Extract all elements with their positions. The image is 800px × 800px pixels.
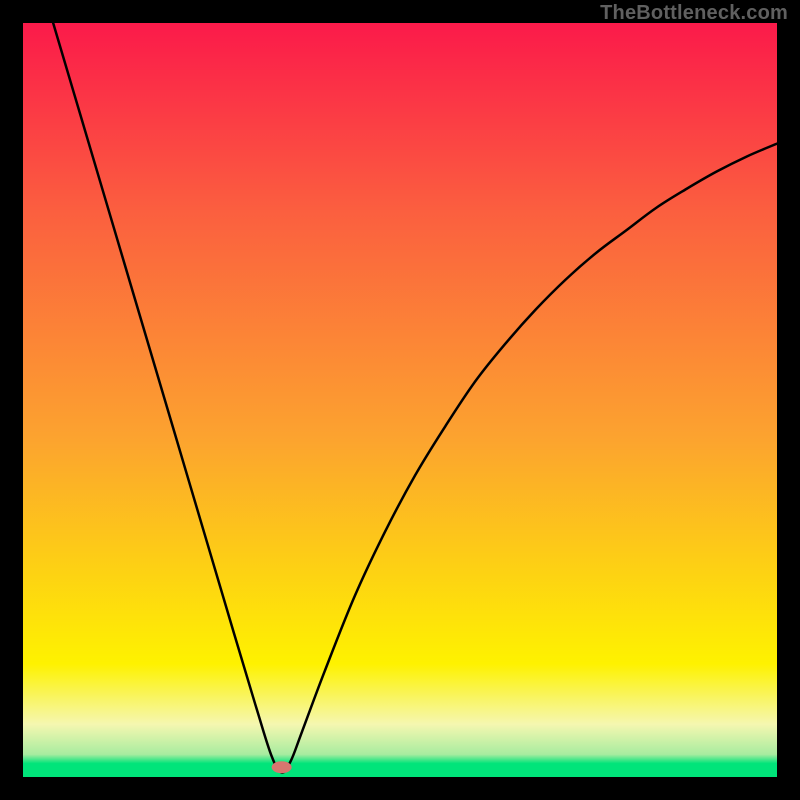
plot-area xyxy=(23,23,777,777)
plot-svg xyxy=(23,23,777,777)
chart-frame: TheBottleneck.com xyxy=(0,0,800,800)
optimal-point-marker xyxy=(272,761,292,773)
watermark-text: TheBottleneck.com xyxy=(600,2,788,25)
gradient-background xyxy=(23,23,777,777)
